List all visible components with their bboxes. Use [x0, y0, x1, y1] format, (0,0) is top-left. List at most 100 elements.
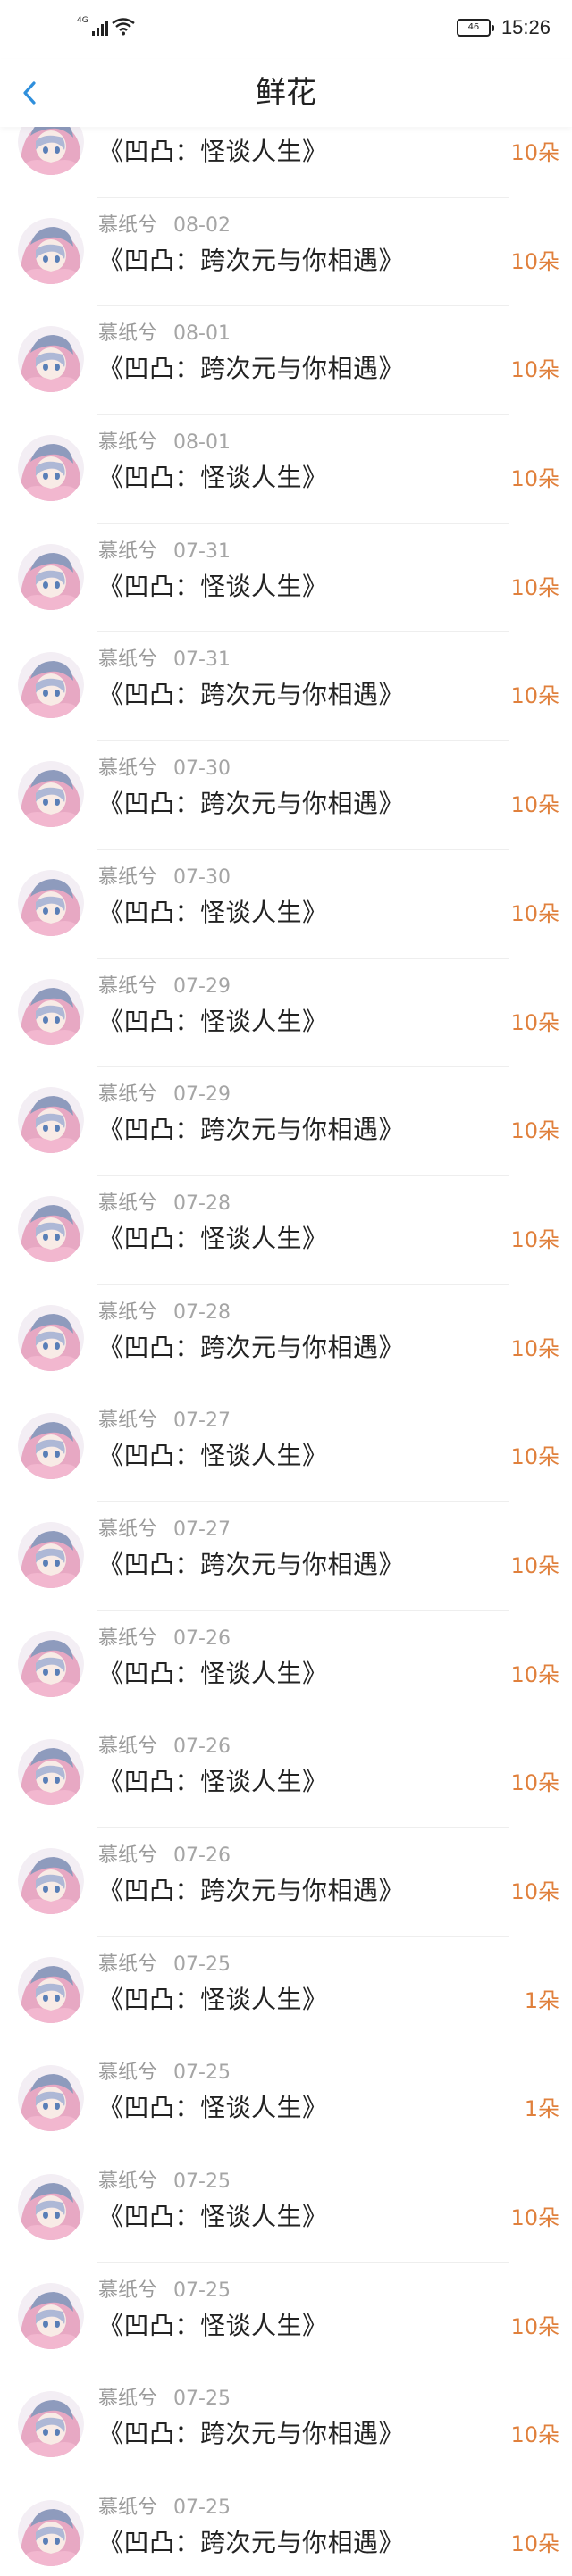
book-title[interactable]: 《凹凸：怪谈人生》 — [98, 1006, 328, 1038]
username[interactable]: 慕纸兮 — [98, 1409, 157, 1432]
list-item[interactable]: 慕纸兮 07-25 《凹凸：跨次元与你相遇》 10朵 — [0, 2371, 572, 2481]
username[interactable]: 慕纸兮 — [98, 2279, 157, 2302]
username[interactable]: 慕纸兮 — [98, 2170, 157, 2193]
username[interactable]: 慕纸兮 — [98, 1518, 157, 1541]
book-title[interactable]: 《凹凸：跨次元与你相遇》 — [98, 2418, 404, 2450]
book-title[interactable]: 《凹凸：怪谈人生》 — [98, 1984, 328, 2016]
username[interactable]: 慕纸兮 — [98, 648, 157, 671]
item-meta: 慕纸兮 07-25 — [98, 2386, 231, 2413]
list-item[interactable]: 慕纸兮 07-31 《凹凸：怪谈人生》 10朵 — [0, 524, 572, 633]
book-title[interactable]: 《凹凸：跨次元与你相遇》 — [98, 1332, 404, 1364]
book-title[interactable]: 《凹凸：跨次元与你相遇》 — [98, 1549, 404, 1581]
username[interactable]: 慕纸兮 — [98, 757, 157, 780]
username[interactable]: 慕纸兮 — [98, 866, 157, 889]
list-item[interactable]: 慕纸兮 07-27 《凹凸：怪谈人生》 10朵 — [0, 1393, 572, 1502]
list-item[interactable]: 慕纸兮 07-25 《凹凸：跨次元与你相遇》 10朵 — [0, 2480, 572, 2576]
avatar[interactable] — [18, 2174, 84, 2241]
list-item[interactable]: 慕纸兮 07-26 《凹凸：怪谈人生》 10朵 — [0, 1611, 572, 1720]
list-item[interactable]: 慕纸兮 07-25 《凹凸：怪谈人生》 1朵 — [0, 1937, 572, 2046]
book-title[interactable]: 《凹凸：跨次元与你相遇》 — [98, 679, 404, 711]
avatar[interactable] — [18, 543, 84, 610]
list-item[interactable]: 慕纸兮 07-25 《凹凸：怪谈人生》 10朵 — [0, 2154, 572, 2263]
avatar[interactable] — [18, 2500, 84, 2567]
username[interactable]: 慕纸兮 — [98, 540, 157, 563]
list-item[interactable]: 慕纸兮 07-28 《凹凸：跨次元与你相遇》 10朵 — [0, 1285, 572, 1394]
book-title[interactable]: 《凹凸：怪谈人生》 — [98, 2310, 328, 2342]
item-meta: 慕纸兮 07-25 — [98, 2060, 231, 2087]
avatar[interactable] — [18, 1521, 84, 1588]
username[interactable]: 慕纸兮 — [98, 214, 157, 237]
book-title[interactable]: 《凹凸：怪谈人生》 — [98, 1440, 328, 1472]
book-title[interactable]: 《凹凸：跨次元与你相遇》 — [98, 2527, 404, 2559]
username[interactable]: 慕纸兮 — [98, 2388, 157, 2410]
username[interactable]: 慕纸兮 — [98, 322, 157, 345]
item-meta: 慕纸兮 08-01 — [98, 321, 231, 347]
avatar[interactable] — [18, 2282, 84, 2349]
book-title[interactable]: 《凹凸：怪谈人生》 — [98, 136, 328, 168]
page-title: 鲜花 — [256, 75, 316, 111]
avatar[interactable] — [18, 1413, 84, 1480]
username[interactable]: 慕纸兮 — [98, 2062, 157, 2084]
flower-count: 10朵 — [510, 1118, 559, 1144]
avatar[interactable] — [18, 435, 84, 502]
avatar[interactable] — [18, 217, 84, 284]
list-item[interactable]: 慕纸兮 08-01 《凹凸：怪谈人生》 10朵 — [0, 415, 572, 524]
book-title[interactable]: 《凹凸：跨次元与你相遇》 — [98, 788, 404, 820]
list-item[interactable]: 慕纸兮 07-31 《凹凸：跨次元与你相遇》 10朵 — [0, 632, 572, 742]
avatar[interactable] — [18, 1087, 84, 1154]
book-title[interactable]: 《凹凸：怪谈人生》 — [98, 2201, 328, 2233]
avatar[interactable] — [18, 1630, 84, 1697]
avatar[interactable] — [18, 1956, 84, 2023]
item-date: 07-25 — [173, 2388, 231, 2411]
book-title[interactable]: 《凹凸：怪谈人生》 — [98, 462, 328, 494]
item-meta: 慕纸兮 07-29 — [98, 1082, 231, 1108]
username[interactable]: 慕纸兮 — [98, 1844, 157, 1867]
avatar[interactable] — [18, 1739, 84, 1806]
username[interactable]: 慕纸兮 — [98, 431, 157, 454]
avatar[interactable] — [18, 2065, 84, 2132]
list-item[interactable]: 慕纸兮 07-30 《凹凸：怪谈人生》 10朵 — [0, 850, 572, 959]
username[interactable]: 慕纸兮 — [98, 1301, 157, 1324]
item-date: 08-01 — [173, 431, 231, 455]
list-item[interactable]: 慕纸兮 07-26 《凹凸：怪谈人生》 10朵 — [0, 1719, 572, 1828]
book-title[interactable]: 《凹凸：跨次元与你相遇》 — [98, 353, 404, 385]
username[interactable]: 慕纸兮 — [98, 1735, 157, 1758]
book-title[interactable]: 《凹凸：跨次元与你相遇》 — [98, 1114, 404, 1146]
avatar[interactable] — [18, 2391, 84, 2458]
username[interactable]: 慕纸兮 — [98, 1953, 157, 1976]
list-item[interactable]: 慕纸兮 08-01 《凹凸：跨次元与你相遇》 10朵 — [0, 306, 572, 416]
flower-count: 10朵 — [510, 357, 559, 383]
username[interactable]: 慕纸兮 — [98, 975, 157, 998]
book-title[interactable]: 《凹凸：怪谈人生》 — [98, 1658, 328, 1690]
book-title[interactable]: 《凹凸：怪谈人生》 — [98, 1223, 328, 1255]
list-item[interactable]: 慕纸兮 07-29 《凹凸：怪谈人生》 10朵 — [0, 959, 572, 1068]
book-title[interactable]: 《凹凸：跨次元与你相遇》 — [98, 245, 404, 277]
list-item[interactable]: 慕纸兮 07-27 《凹凸：跨次元与你相遇》 10朵 — [0, 1502, 572, 1611]
avatar[interactable] — [18, 1848, 84, 1914]
avatar[interactable] — [18, 652, 84, 719]
list-item[interactable]: 慕纸兮 07-29 《凹凸：跨次元与你相遇》 10朵 — [0, 1067, 572, 1176]
book-title[interactable]: 《凹凸：怪谈人生》 — [98, 897, 328, 929]
book-title[interactable]: 《凹凸：跨次元与你相遇》 — [98, 1875, 404, 1907]
avatar[interactable] — [18, 1304, 84, 1371]
book-title[interactable]: 《凹凸：怪谈人生》 — [98, 2092, 328, 2124]
avatar[interactable] — [18, 869, 84, 936]
list-item[interactable]: 慕纸兮 08-02 《凹凸：跨次元与你相遇》 10朵 — [0, 198, 572, 307]
list-item[interactable]: 慕纸兮 07-30 《凹凸：跨次元与你相遇》 10朵 — [0, 741, 572, 850]
username[interactable]: 慕纸兮 — [98, 2497, 157, 2519]
list-item[interactable]: 慕纸兮 07-26 《凹凸：跨次元与你相遇》 10朵 — [0, 1828, 572, 1937]
list-item[interactable]: 慕纸兮 07-25 《凹凸：怪谈人生》 1朵 — [0, 2045, 572, 2155]
list-item[interactable]: 慕纸兮 07-25 《凹凸：怪谈人生》 10朵 — [0, 2263, 572, 2372]
book-title[interactable]: 《凹凸：怪谈人生》 — [98, 1766, 328, 1798]
username[interactable]: 慕纸兮 — [98, 1192, 157, 1215]
avatar[interactable] — [18, 1195, 84, 1262]
avatar[interactable] — [18, 978, 84, 1045]
username[interactable]: 慕纸兮 — [98, 1627, 157, 1650]
item-date: 07-25 — [173, 1953, 231, 1976]
list-item[interactable]: 慕纸兮 07-28 《凹凸：怪谈人生》 10朵 — [0, 1176, 572, 1285]
item-date: 07-25 — [173, 2062, 231, 2085]
book-title[interactable]: 《凹凸：怪谈人生》 — [98, 571, 328, 603]
username[interactable]: 慕纸兮 — [98, 1083, 157, 1106]
avatar[interactable] — [18, 761, 84, 828]
avatar[interactable] — [18, 326, 84, 393]
